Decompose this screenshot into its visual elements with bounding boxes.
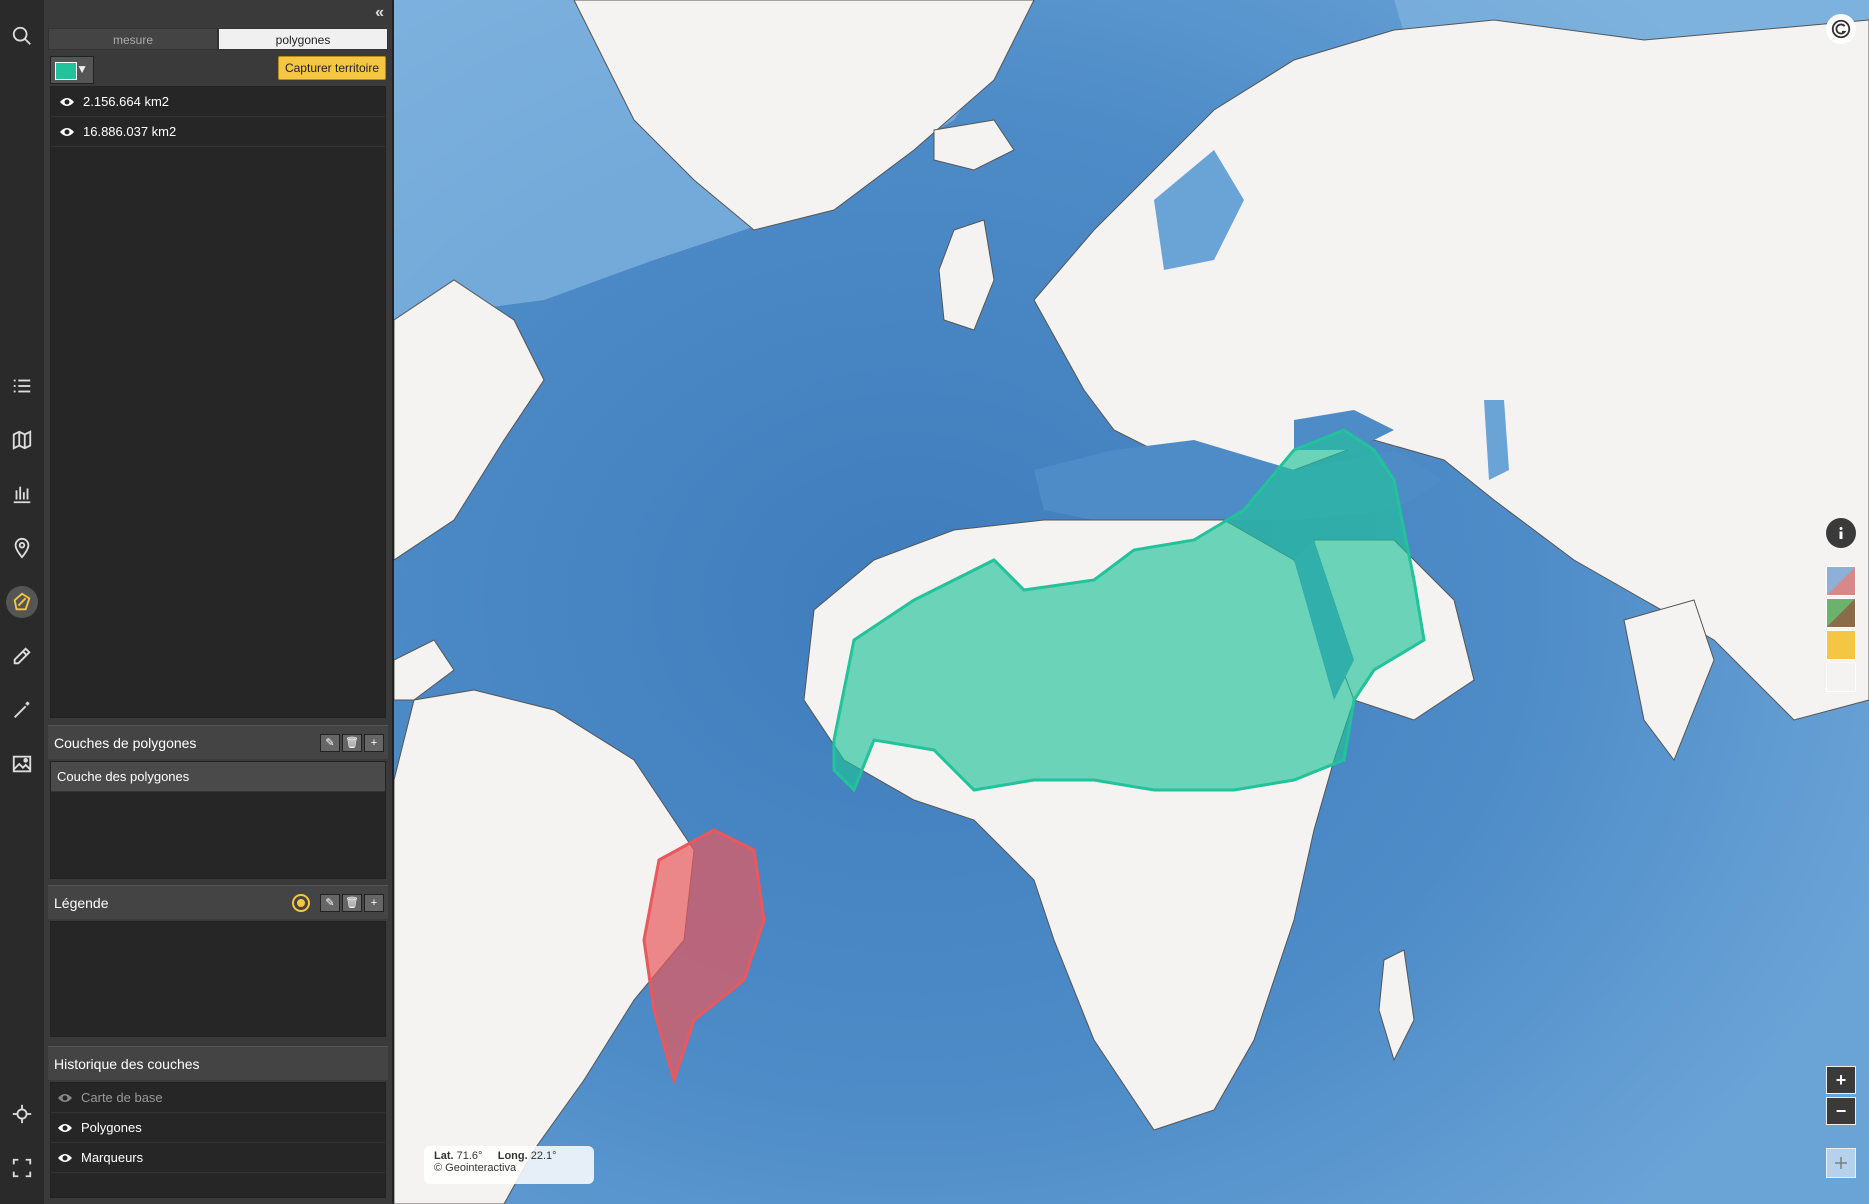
chart-icon[interactable] xyxy=(6,478,38,510)
list-item[interactable]: 16.886.037 km2 xyxy=(51,117,385,147)
eye-icon[interactable] xyxy=(59,96,75,108)
search-icon[interactable] xyxy=(6,20,38,52)
color-picker[interactable]: ▼ xyxy=(50,56,94,84)
long-label: Long. xyxy=(497,1150,528,1162)
color-swatch xyxy=(55,62,77,80)
target-icon[interactable] xyxy=(292,894,310,912)
collapse-panel-icon[interactable]: « xyxy=(375,4,384,22)
layer-swatch-yellow[interactable] xyxy=(1826,630,1856,660)
attribution: © Geointeractiva xyxy=(434,1162,517,1174)
long-value: 22.1° xyxy=(530,1150,557,1162)
trash-icon[interactable]: 🗑 xyxy=(342,734,362,752)
layer-label: Carte de base xyxy=(81,1090,163,1105)
polygon-list: 2.156.664 km2 16.886.037 km2 xyxy=(50,86,386,718)
map-view[interactable]: + − Lat. 71.6° Long. 22.1° © Geointeract… xyxy=(394,0,1869,1204)
list-item[interactable]: Marqueurs xyxy=(51,1143,385,1173)
section-title: Historique des couches xyxy=(54,1055,200,1072)
crosshair-icon[interactable] xyxy=(1826,1148,1856,1178)
polygon-area: 16.886.037 km2 xyxy=(83,124,177,139)
polygon-tool-icon[interactable] xyxy=(6,586,38,618)
side-panel: « mesure polygones ▼ Capturer territoire… xyxy=(44,0,394,1204)
lat-label: Lat. xyxy=(434,1150,454,1162)
layer-swatch-terrain[interactable] xyxy=(1826,598,1856,628)
lat-value: 71.6° xyxy=(456,1150,483,1162)
location-pin-icon[interactable] xyxy=(6,532,38,564)
logo-icon[interactable] xyxy=(1826,14,1856,44)
list-item[interactable]: Couche des polygones xyxy=(51,762,385,792)
list-icon[interactable] xyxy=(6,370,38,402)
zoom-out-button[interactable]: − xyxy=(1826,1097,1856,1125)
eye-icon[interactable] xyxy=(57,1122,73,1134)
capture-territory-button[interactable]: Capturer territoire xyxy=(277,56,386,80)
polygon-area: 2.156.664 km2 xyxy=(83,94,170,109)
eye-icon[interactable] xyxy=(57,1152,73,1164)
crosshair-icon[interactable] xyxy=(6,1098,38,1130)
add-icon[interactable]: + xyxy=(364,734,384,752)
legend-box xyxy=(50,921,386,1037)
layer-label: Couche des polygones xyxy=(57,769,190,784)
coordinates-readout: Lat. 71.6° Long. 22.1° © Geointeractiva xyxy=(424,1146,594,1184)
section-title: Légende xyxy=(54,894,109,911)
tab-mesure[interactable]: mesure xyxy=(48,28,218,50)
basemap xyxy=(394,0,1869,1204)
list-item[interactable]: 2.156.664 km2 xyxy=(51,87,385,117)
list-item[interactable]: Polygones xyxy=(51,1113,385,1143)
layer-history-header: Historique des couches xyxy=(48,1046,388,1080)
magic-wand-icon[interactable] xyxy=(6,694,38,726)
eye-icon[interactable] xyxy=(57,1092,73,1104)
edit-icon[interactable]: ✎ xyxy=(320,894,340,912)
map-icon[interactable] xyxy=(6,424,38,456)
polygon-layers-list: Couche des polygones xyxy=(50,761,386,879)
polygon-controls: ▼ Capturer territoire xyxy=(50,56,386,84)
layer-label: Marqueurs xyxy=(81,1150,144,1165)
edit-icon[interactable]: ✎ xyxy=(320,734,340,752)
section-title: Couches de polygones xyxy=(54,734,197,751)
image-icon[interactable] xyxy=(6,748,38,780)
list-item[interactable]: Carte de base xyxy=(51,1083,385,1113)
trash-icon[interactable]: 🗑 xyxy=(342,894,362,912)
layer-history-list: Carte de base Polygones Marqueurs xyxy=(50,1082,386,1198)
eye-icon[interactable] xyxy=(59,126,75,138)
left-toolbar xyxy=(0,0,44,1204)
zoom-in-button[interactable]: + xyxy=(1826,1066,1856,1094)
add-icon[interactable]: + xyxy=(364,894,384,912)
polygon-layers-header: Couches de polygones ✎ 🗑 + xyxy=(48,725,388,759)
pencil-icon[interactable] xyxy=(6,640,38,672)
layer-swatch-white[interactable] xyxy=(1826,662,1856,692)
info-icon[interactable] xyxy=(1826,518,1856,548)
layer-label: Polygones xyxy=(81,1120,142,1135)
fullscreen-icon[interactable] xyxy=(6,1152,38,1184)
dropdown-arrow-icon: ▼ xyxy=(76,62,88,76)
legend-header: Légende ✎ 🗑 + xyxy=(48,885,388,919)
panel-tabs: mesure polygones xyxy=(48,28,388,50)
tab-polygones[interactable]: polygones xyxy=(218,28,388,50)
layer-swatch-bathymetry[interactable] xyxy=(1826,566,1856,596)
